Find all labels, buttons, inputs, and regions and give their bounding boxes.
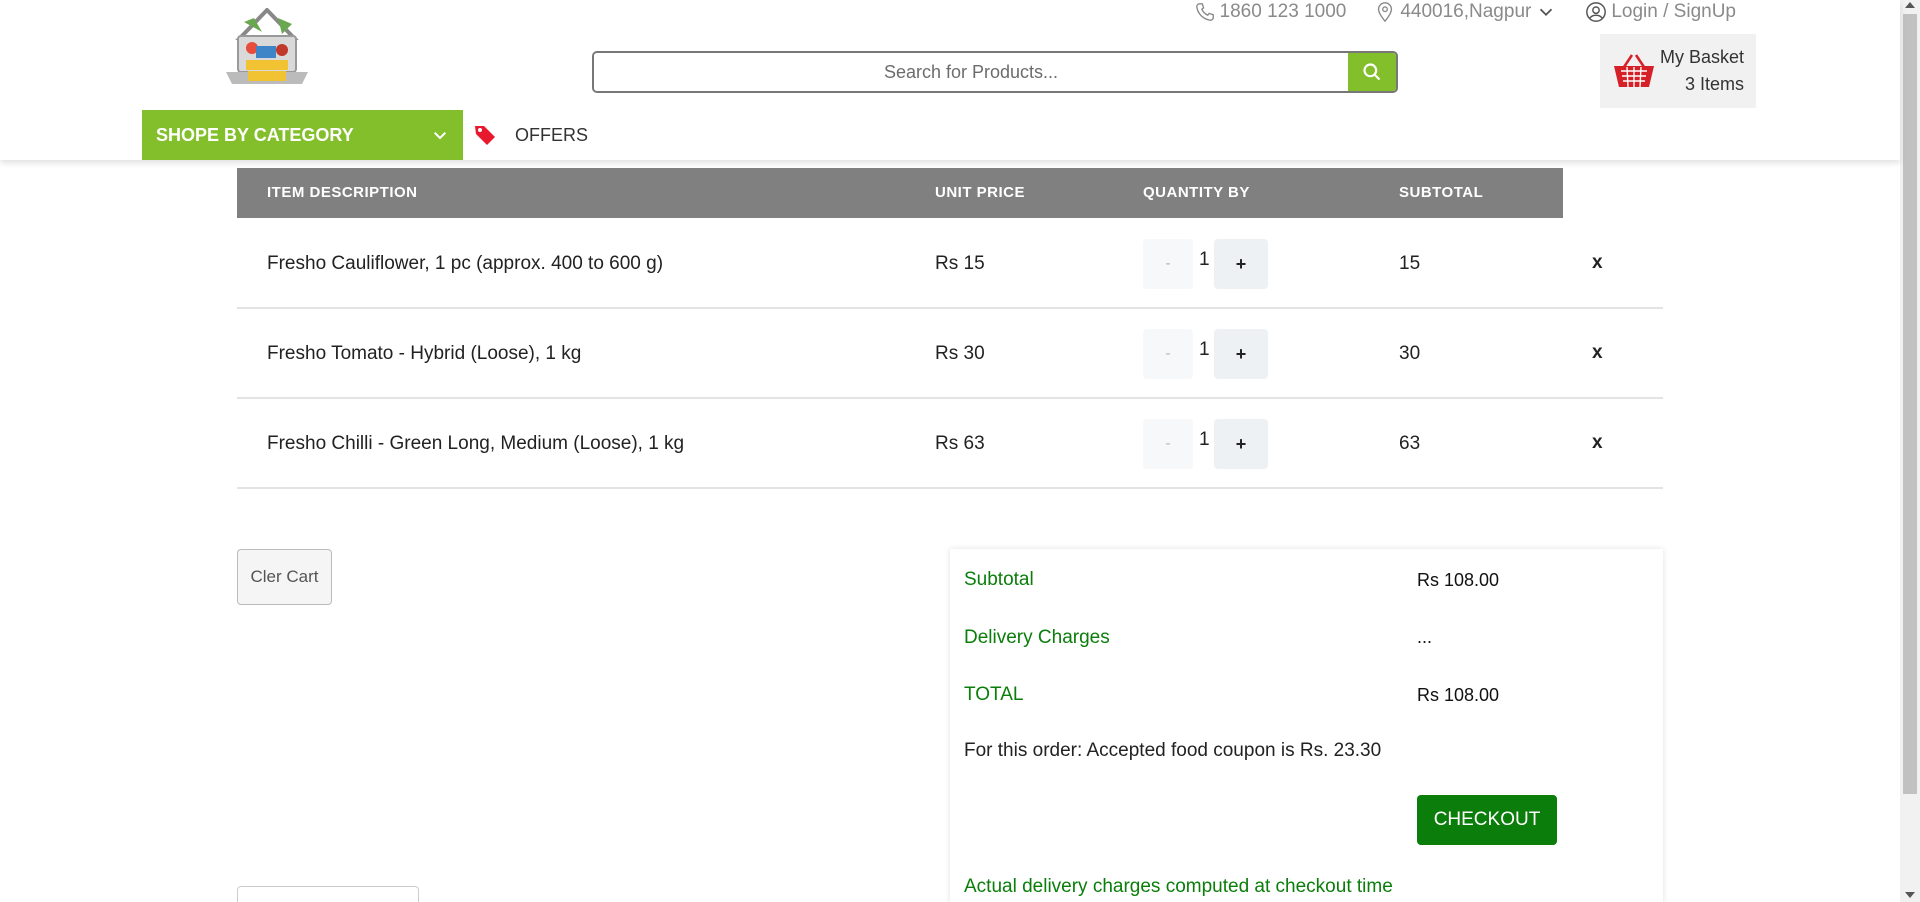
delivery-charges-label: Delivery Charges <box>964 627 1110 648</box>
total-value: Rs 108.00 <box>1417 685 1500 705</box>
continue-shopping-button[interactable] <box>237 886 419 902</box>
phone-number: 1860 123 1000 <box>1219 1 1347 22</box>
location-text: 440016,Nagpur <box>1400 1 1532 22</box>
increase-qty-button[interactable]: + <box>1214 329 1268 379</box>
login-signup-link[interactable]: Login / SignUp <box>1585 0 1736 24</box>
search-input[interactable] <box>594 53 1348 91</box>
row-subtotal: 30 <box>1399 343 1421 364</box>
header-quantity: QUANTITY BY <box>1143 184 1250 201</box>
decrease-qty-button[interactable]: - <box>1143 329 1193 379</box>
remove-item-button[interactable]: x <box>1592 432 1603 454</box>
header-item-description: ITEM DESCRIPTION <box>267 184 418 201</box>
user-circle-icon <box>1586 2 1607 22</box>
tag-icon <box>475 126 495 145</box>
decrease-qty-button[interactable]: - <box>1143 419 1193 469</box>
basket-title: My Basket <box>1659 47 1744 67</box>
unit-price: Rs 63 <box>935 433 985 454</box>
phone-icon <box>1195 3 1214 21</box>
coupon-note: For this order: Accepted food coupon is … <box>964 740 1382 761</box>
scroll-down-arrow-icon[interactable] <box>1905 892 1915 898</box>
logo[interactable] <box>222 8 312 92</box>
shop-by-category-button[interactable]: SHOPE BY CATEGORY <box>142 110 463 160</box>
cart-row: Fresho Cauliflower, 1 pc (approx. 400 to… <box>237 219 1663 309</box>
delivery-charges-note: Actual delivery charges computed at chec… <box>964 876 1393 897</box>
search-button[interactable] <box>1348 53 1396 91</box>
phone-link[interactable]: 1860 123 1000 <box>1194 0 1347 24</box>
unit-price: Rs 30 <box>935 343 985 364</box>
location-pin-icon <box>1378 2 1393 23</box>
cart-row: Fresho Tomato - Hybrid (Loose), 1 kg Rs … <box>237 309 1663 399</box>
clear-cart-button[interactable]: Cler Cart <box>237 549 332 605</box>
page-scrollbar[interactable] <box>1900 0 1920 902</box>
total-label: TOTAL <box>964 684 1024 705</box>
cart-table-header: ITEM DESCRIPTION UNIT PRICE QUANTITY BY … <box>237 168 1563 218</box>
header-subtotal: SUBTOTAL <box>1399 184 1484 201</box>
increase-qty-button[interactable]: + <box>1214 239 1268 289</box>
row-subtotal: 63 <box>1399 433 1421 454</box>
top-utility-bar: 1860 123 1000 440016,Nagpur Login / Sign… <box>1194 0 1736 24</box>
quantity-value: 1 <box>1199 249 1210 270</box>
checkout-button[interactable]: CHECKOUT <box>1417 795 1557 845</box>
scroll-up-arrow-icon[interactable] <box>1905 2 1915 8</box>
search-bar <box>592 51 1398 93</box>
basket-count: 3 Items <box>1684 74 1744 94</box>
delivery-charges-value: ... <box>1417 627 1433 647</box>
basket-icon <box>1614 54 1654 88</box>
quantity-value: 1 <box>1199 429 1210 450</box>
search-icon <box>1363 63 1381 81</box>
site-header: 1860 123 1000 440016,Nagpur Login / Sign… <box>0 0 1900 160</box>
scrollbar-thumb[interactable] <box>1903 14 1917 794</box>
location-selector[interactable]: 440016,Nagpur <box>1374 0 1557 24</box>
basket-summary: My Basket 3 Items <box>1656 44 1744 98</box>
increase-qty-button[interactable]: + <box>1214 419 1268 469</box>
subtotal-label: Subtotal <box>964 569 1034 590</box>
category-label: SHOPE BY CATEGORY <box>156 124 354 145</box>
chevron-down-icon <box>434 132 446 140</box>
item-description: Fresho Chilli - Green Long, Medium (Loos… <box>267 433 685 454</box>
item-description: Fresho Tomato - Hybrid (Loose), 1 kg <box>267 343 582 364</box>
remove-item-button[interactable]: x <box>1592 252 1603 274</box>
row-subtotal: 15 <box>1399 253 1421 274</box>
cart-row: Fresho Chilli - Green Long, Medium (Loos… <box>237 399 1663 489</box>
decrease-qty-button[interactable]: - <box>1143 239 1193 289</box>
quantity-value: 1 <box>1199 339 1210 360</box>
item-description: Fresho Cauliflower, 1 pc (approx. 400 to… <box>267 253 664 274</box>
chevron-down-icon <box>1540 8 1553 17</box>
login-label: Login / SignUp <box>1611 1 1736 22</box>
offers-link[interactable]: OFFERS <box>463 110 588 160</box>
my-basket-button[interactable]: My Basket 3 Items <box>1600 34 1756 108</box>
offers-label: OFFERS <box>515 124 589 145</box>
category-bar: SHOPE BY CATEGORY OFFERS <box>142 110 1756 160</box>
subtotal-value: Rs 108.00 <box>1417 570 1500 590</box>
header-unit-price: UNIT PRICE <box>935 184 1026 201</box>
unit-price: Rs 15 <box>935 253 985 274</box>
remove-item-button[interactable]: x <box>1592 342 1603 364</box>
order-summary-panel: Subtotal Rs 108.00 Delivery Charges ... … <box>950 549 1663 902</box>
